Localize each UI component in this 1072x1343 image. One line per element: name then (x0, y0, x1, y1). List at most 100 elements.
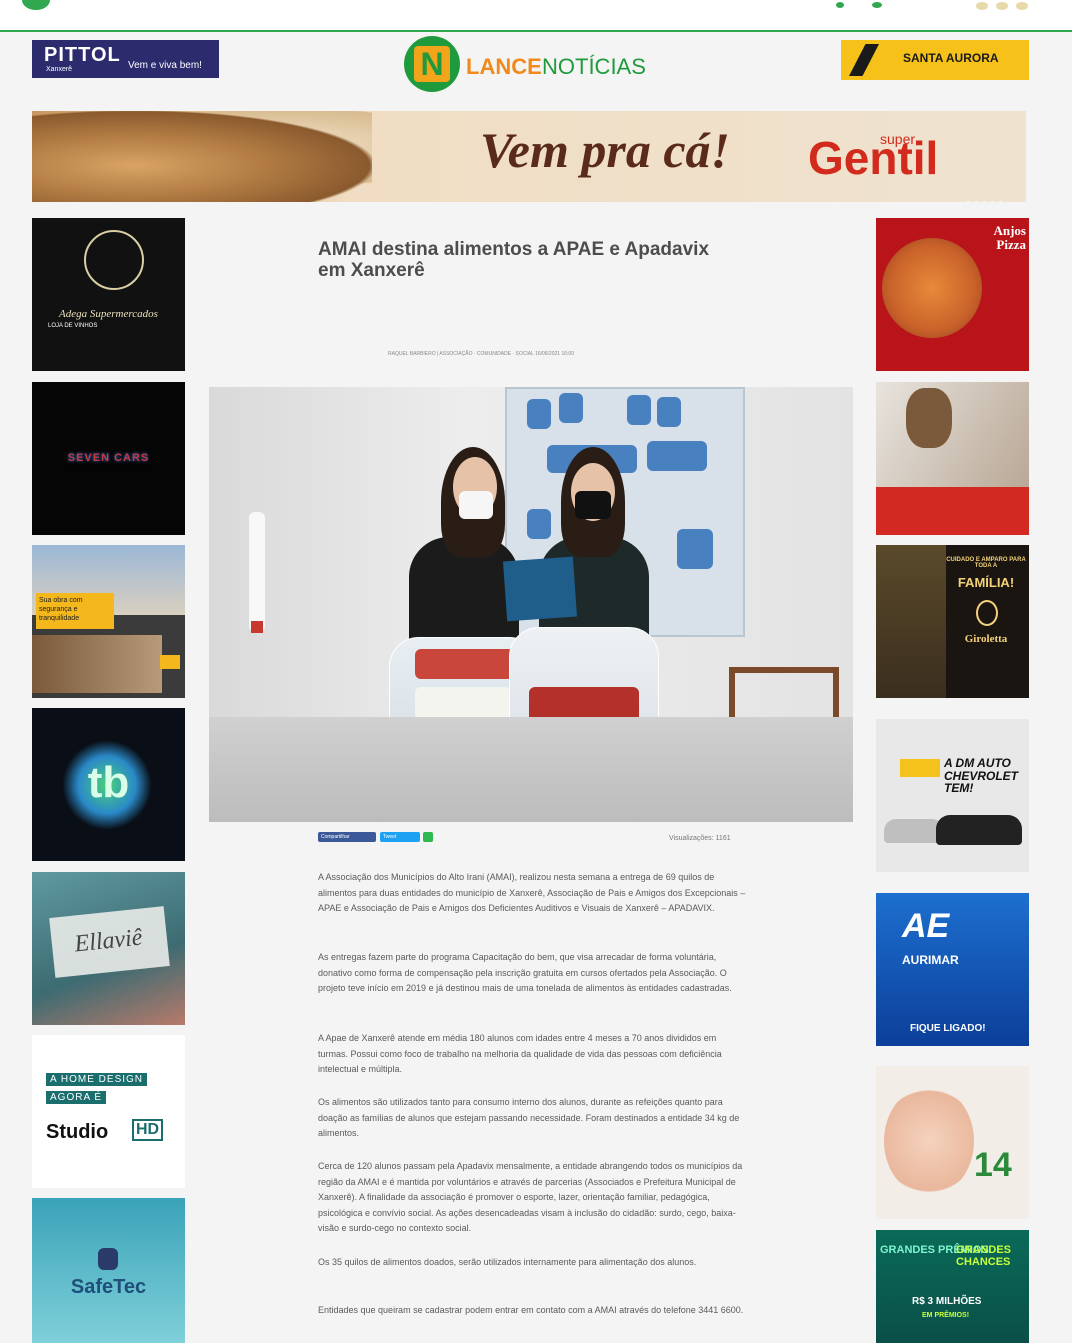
weather-icon (996, 2, 1008, 10)
article-paragraph: A Apae de Xanxerê atende em média 180 al… (318, 1033, 722, 1074)
article-photo[interactable] (209, 387, 853, 822)
logo-word-lance: LANCE (466, 54, 542, 79)
site-icon[interactable] (22, 0, 50, 10)
ad-pittol[interactable]: PITTOL Xanxerê Vem e viva bem! (32, 40, 219, 78)
badge (900, 759, 940, 777)
article-paragraph: Cerca de 120 alunos passam pela Apadavix… (318, 1161, 743, 1233)
pipe-cap (251, 621, 263, 633)
left-ad-adega[interactable]: Adega Supermercados LOJA DE VINHOS (32, 218, 185, 371)
ad-label-2: FAMÍLIA! (957, 575, 1015, 590)
share-whatsapp-button[interactable] (423, 832, 433, 842)
weather-icon (976, 2, 988, 10)
mask (459, 491, 493, 519)
hand-cutout (527, 399, 551, 429)
ad-label-1: CUIDADO E AMPARO PARA TODA A (946, 557, 1026, 569)
ad-label-3: Giroletta (964, 633, 1008, 645)
article-paragraph: As entregas fazem parte do programa Capa… (318, 952, 732, 993)
ad-label (876, 481, 1029, 487)
left-ad-construcao[interactable]: Sua obra com segurança e tranquilidade (32, 545, 185, 698)
top-bar (0, 0, 1072, 32)
ad-label: Anjos Pizza (993, 223, 1026, 252)
baby-image (884, 1086, 974, 1196)
ad-label-2: AURIMAR (902, 953, 959, 967)
right-ad-baby[interactable]: 14 (876, 1066, 1029, 1219)
logo-letter: N (414, 46, 450, 82)
food-package (415, 649, 515, 679)
ad-label-1: A HOME DESIGN (46, 1073, 148, 1086)
ad-label-4: HD (132, 1119, 164, 1141)
santa-aurora-logo-icon (849, 44, 879, 76)
right-ad-anjos-pizza[interactable]: Anjos Pizza (876, 218, 1029, 371)
ad-label-3: Studio (46, 1121, 109, 1143)
person-photo (876, 382, 1029, 487)
banner-headline: Vem pra cá! (480, 122, 730, 178)
right-ad-giroletta[interactable]: CUIDADO E AMPARO PARA TODA A FAMÍLIA! Gi… (876, 545, 1029, 698)
left-ad-studio-hd[interactable]: A HOME DESIGN AGORA É Studio HD (32, 1035, 185, 1188)
ad-sub: Xanxerê (46, 66, 73, 73)
ad-label-2: AGORA É (46, 1091, 107, 1104)
share-facebook-button[interactable]: Compartilhar (318, 832, 376, 842)
article-paragraph: A Associação dos Municípios do Alto Iran… (318, 872, 746, 913)
person-hair (906, 388, 952, 448)
right-ad-dm-auto[interactable]: A DM AUTO CHEVROLET TEM! (876, 719, 1029, 872)
banner-brand: Gentil (808, 132, 939, 184)
logo-word-noticias: NOTÍCIAS (542, 54, 646, 79)
ad-label-4: EM PRÊMIOS! (922, 1312, 970, 1319)
left-ad-safetec[interactable]: SafeTec (32, 1198, 185, 1343)
hand-cutout (657, 397, 681, 427)
document-folder (502, 556, 578, 622)
social-icon[interactable] (872, 2, 882, 8)
left-ad-tb[interactable]: tb (32, 708, 185, 861)
pipe (249, 512, 265, 632)
hand-cutout (527, 509, 551, 539)
ad-label: 14 (974, 1146, 1012, 1184)
left-ad-seven-cars[interactable]: SEVEN CARS (32, 382, 185, 535)
ad-footer-band (876, 487, 1029, 535)
article-paragraph: Entidades que queiram se cadastrar podem… (318, 1305, 744, 1315)
ad-santa-aurora[interactable]: SANTA AURORA (841, 40, 1029, 80)
house-image-2 (32, 635, 162, 693)
table (209, 717, 853, 822)
family-image (876, 545, 946, 698)
bread-image (32, 111, 372, 202)
mask (575, 491, 611, 519)
right-ad-aurimar[interactable]: AE AURIMAR FIQUE LIGADO! (876, 893, 1029, 1046)
car-image (884, 819, 944, 843)
left-ad-ellavie[interactable]: Ellaviê (32, 872, 185, 1025)
ad-label: Sua obra com segurança e tranquilidade (36, 593, 114, 629)
ad-slogan: Vem e viva bem! (128, 60, 202, 71)
car-image (936, 815, 1022, 845)
ad-label-3: R$ 3 MILHÕES (912, 1296, 982, 1307)
hand-cutout (677, 529, 713, 569)
views-count: Visualizações: 1161 (669, 835, 731, 842)
carousel-dots[interactable] (966, 193, 1006, 202)
ad-label-2: GRANDES CHANCES (956, 1244, 1012, 1268)
food-package (415, 687, 511, 721)
social-icon[interactable] (836, 2, 844, 8)
article-paragraph: Os 35 quilos de alimentos doados, serão … (318, 1257, 697, 1267)
pizza-image (882, 238, 982, 338)
ad-label: tb (87, 758, 130, 807)
site-logo[interactable]: N LANCE NOTÍCIAS (404, 34, 674, 98)
share-label: Tweet (383, 834, 397, 840)
article-byline: RAQUEL BARBIERO | ASSOCIAÇÃO · COMUNIDAD… (388, 351, 574, 357)
right-ad-sicoob[interactable]: GRANDES PRÊMIOS GRANDES CHANCES R$ 3 MIL… (876, 1230, 1029, 1343)
share-label: Compartilhar (321, 834, 350, 840)
hand-cutout (627, 395, 651, 425)
ad-brand: PITTOL (44, 44, 121, 66)
banner-ad-super-gentil[interactable]: Vem pra cá! super Gentil (32, 111, 1026, 202)
ad-label-3: FIQUE LIGADO! (910, 1023, 986, 1034)
article-title: AMAI destina alimentos a APAE e Apadavix… (318, 239, 710, 281)
hand-cutout (647, 441, 707, 471)
weather-icon (1016, 2, 1028, 10)
right-ad-photo[interactable] (876, 382, 1029, 535)
giroletta-logo-icon (976, 600, 998, 626)
ad-label: Adega Supermercados (59, 308, 158, 320)
ad-label-3: TEM! (944, 781, 974, 795)
ad-label: SEVEN CARS (67, 452, 150, 464)
shield-icon (98, 1248, 118, 1270)
ad-brand: SANTA AURORA (903, 51, 999, 65)
share-twitter-button[interactable]: Tweet (380, 832, 420, 842)
site-header: PITTOL Xanxerê Vem e viva bem! N LANCE N… (0, 34, 1072, 106)
adega-logo-icon (84, 230, 144, 290)
